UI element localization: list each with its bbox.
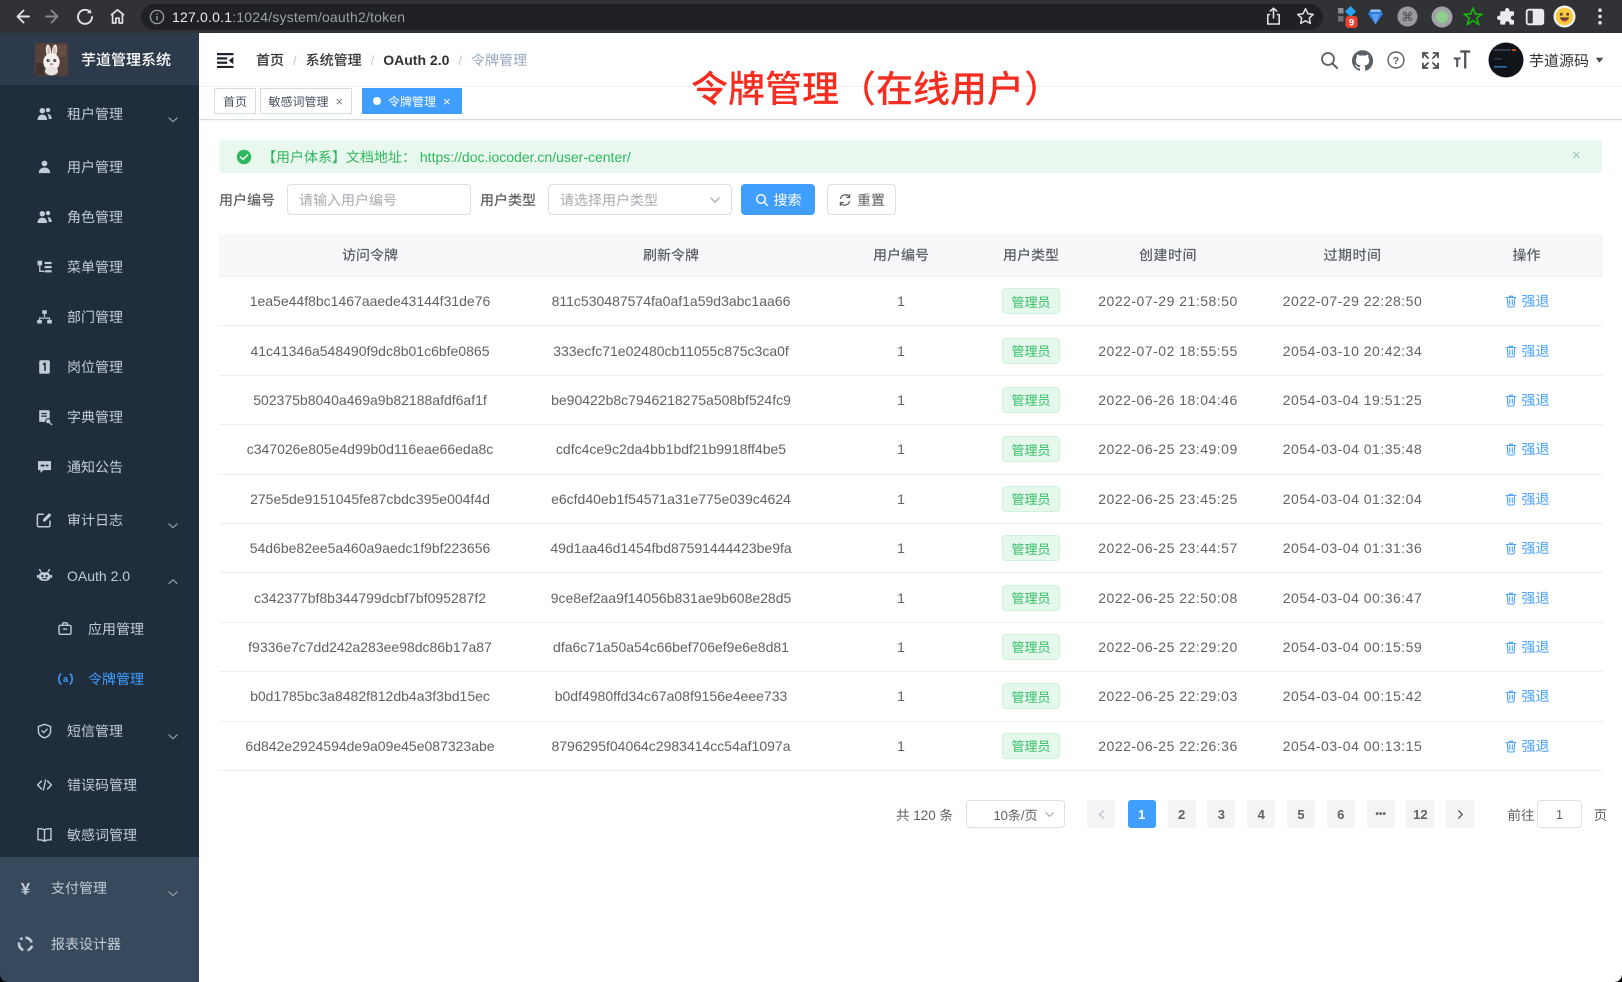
svg-text:⌘: ⌘ (1402, 10, 1414, 24)
svg-text:¥: ¥ (21, 880, 31, 897)
svg-text:a: a (63, 674, 69, 684)
svg-text:?: ? (1393, 55, 1399, 67)
svg-text:9: 9 (1348, 17, 1353, 28)
